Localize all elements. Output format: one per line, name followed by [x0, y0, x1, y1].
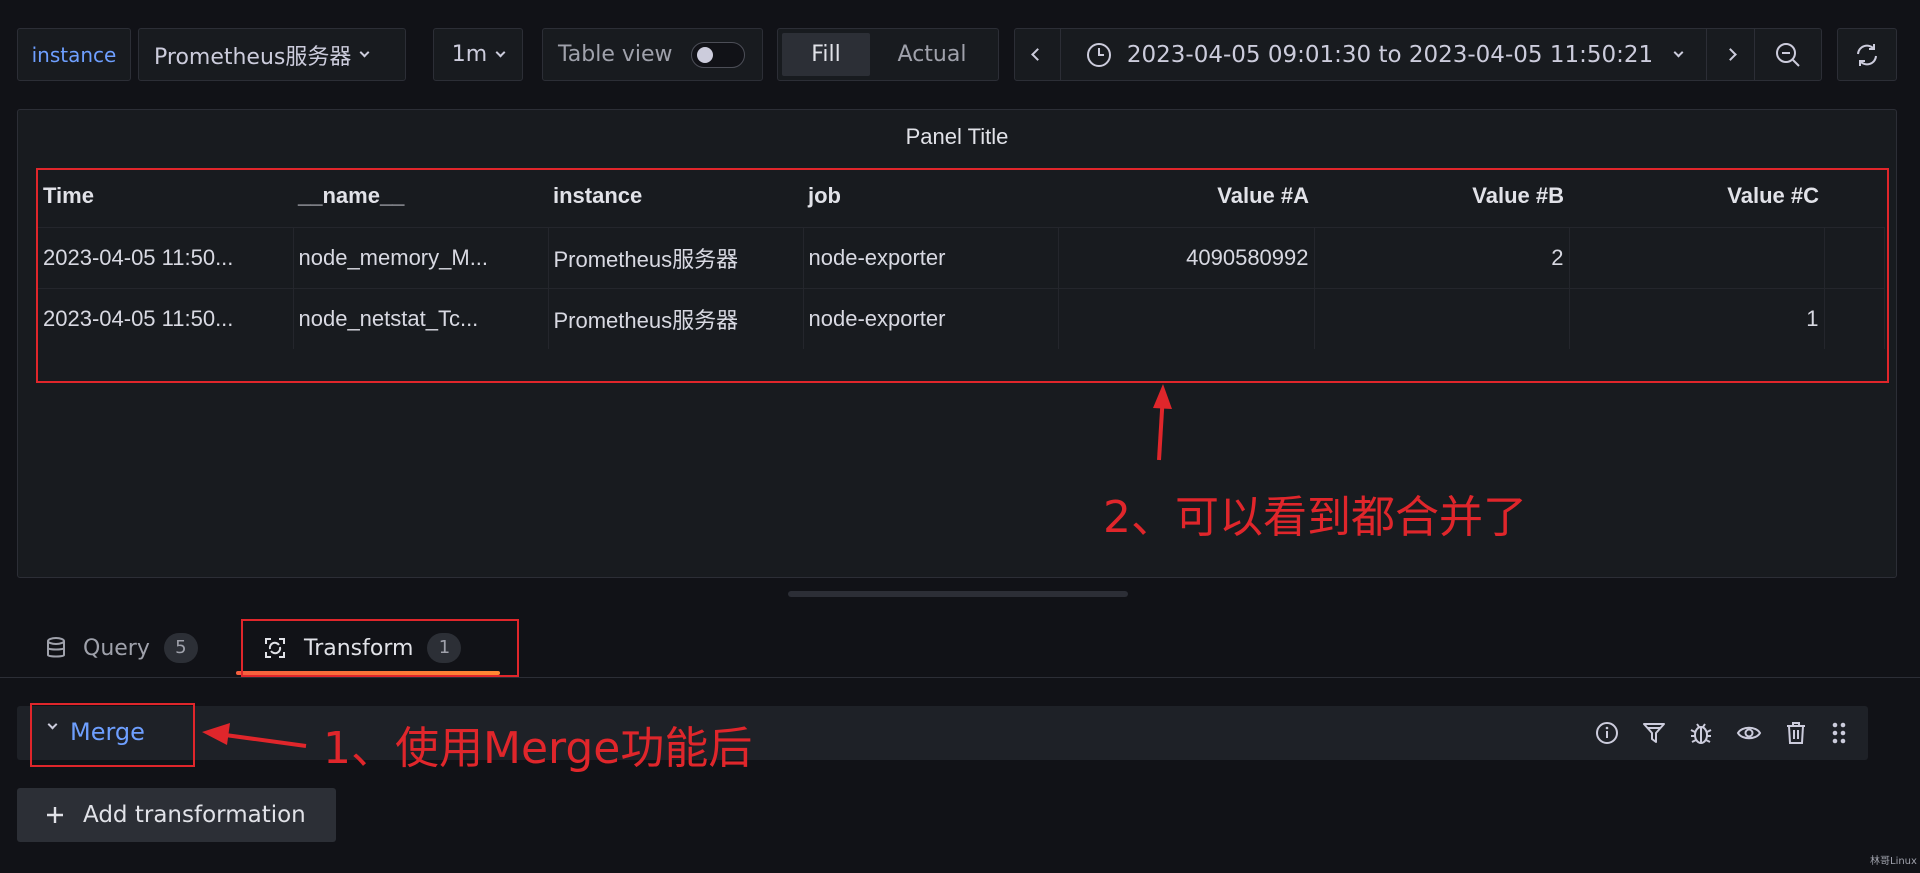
table-view-toggle-box: Table view [542, 28, 763, 81]
eye-icon[interactable] [1736, 720, 1762, 746]
instance-variable-select[interactable]: Prometheus服务器 [138, 28, 406, 81]
annotation-note-1: 1、使用Merge功能后 [323, 723, 753, 774]
chevron-right-icon [1724, 48, 1737, 61]
annotation-arrow-left [202, 723, 307, 748]
clock-icon [1086, 42, 1111, 67]
annotation-arrow-up [1153, 384, 1172, 461]
panel-title: Panel Title [905, 124, 1009, 149]
tab-query[interactable]: Query 5 [45, 630, 198, 666]
chevron-down-icon [495, 47, 506, 57]
actual-button[interactable]: Actual [870, 33, 994, 76]
add-transformation-label: Add transformation [83, 802, 306, 828]
plus-icon [47, 807, 63, 823]
fill-button[interactable]: Fill [782, 33, 870, 76]
trash-icon[interactable] [1783, 720, 1809, 746]
debug-icon[interactable] [1688, 720, 1714, 746]
refresh-button[interactable] [1837, 28, 1897, 81]
table-view-toggle[interactable] [690, 41, 745, 68]
drag-handle-icon[interactable] [1826, 720, 1852, 746]
variable-label: instance [17, 28, 131, 81]
interval-select[interactable]: 1m [433, 28, 523, 81]
database-icon [47, 637, 65, 658]
instance-variable-value: Prometheus服务器 [154, 44, 352, 70]
table-view-label: Table view [558, 42, 673, 67]
annotation-highlight-table [36, 168, 1889, 383]
annotation-highlight-tab [241, 619, 519, 677]
info-icon[interactable] [1594, 720, 1620, 746]
zoom-out-icon [1776, 42, 1800, 67]
pane-resize-handle[interactable] [788, 591, 1128, 597]
refresh-icon [1857, 43, 1877, 66]
add-transformation-button[interactable]: Add transformation [17, 788, 336, 842]
annotation-note-2: 2、可以看到都合并了 [1103, 492, 1527, 543]
toggle-knob [696, 46, 713, 63]
watermark: 林哥Linux [1870, 856, 1917, 867]
time-picker: 2023-04-05 09:01:30 to 2023-04-05 11:50:… [1014, 28, 1822, 81]
fill-actual-switch: Fill Actual [777, 28, 999, 81]
chevron-down-icon [359, 47, 370, 57]
tab-query-label: Query [83, 635, 150, 661]
time-back-button[interactable] [1015, 29, 1061, 80]
query-count-badge: 5 [163, 633, 198, 663]
interval-value: 1m [451, 42, 488, 67]
time-forward-button[interactable] [1707, 29, 1755, 80]
time-range-text: 2023-04-05 09:01:30 to 2023-04-05 11:50:… [1126, 41, 1654, 68]
chevron-left-icon [1031, 48, 1044, 61]
chevron-down-icon [1673, 47, 1684, 57]
zoom-out-button[interactable] [1755, 29, 1821, 80]
tabs-divider [0, 677, 1920, 678]
time-range-button[interactable]: 2023-04-05 09:01:30 to 2023-04-05 11:50:… [1061, 29, 1707, 80]
annotation-highlight-merge [30, 703, 195, 767]
filter-icon[interactable] [1641, 720, 1667, 746]
